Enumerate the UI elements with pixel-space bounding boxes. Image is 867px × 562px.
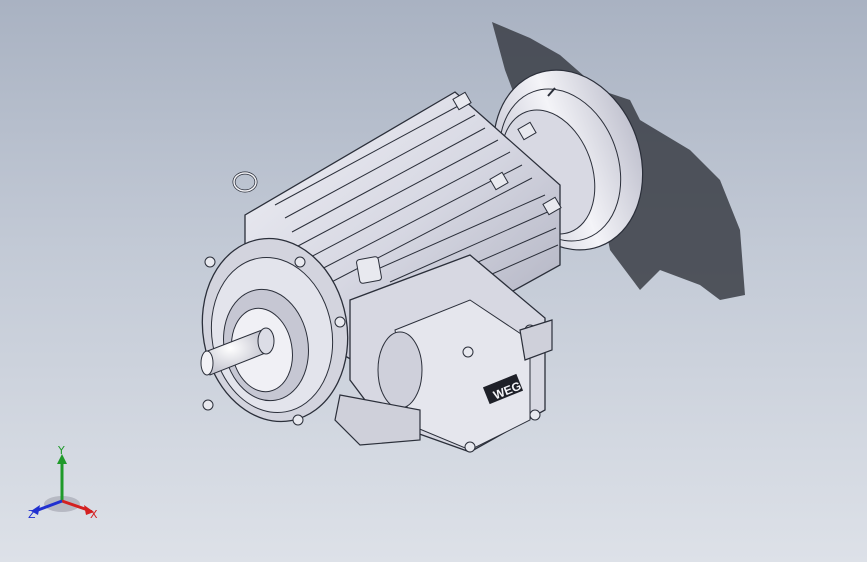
cad-viewport[interactable]: WEG Y X Z (0, 0, 867, 562)
view-triad[interactable]: Y X Z (22, 446, 112, 526)
motor-model[interactable]: WEG (0, 0, 867, 562)
y-axis-label: Y (57, 446, 65, 457)
z-axis-label: Z (28, 508, 36, 521)
x-axis-label: X (90, 508, 98, 521)
